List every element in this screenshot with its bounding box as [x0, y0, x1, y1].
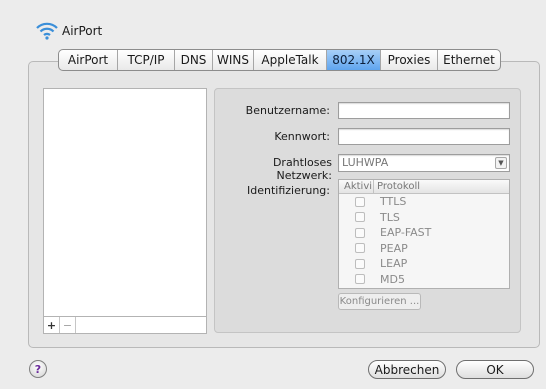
protocol-checkbox[interactable]: [355, 258, 365, 269]
tab-appletalk[interactable]: AppleTalk: [254, 50, 327, 70]
ok-button[interactable]: OK: [456, 360, 534, 379]
auth-table-header: Aktivi Protokoll: [339, 180, 509, 194]
wireless-network-label: Drahtloses Netzwerk:: [272, 156, 332, 182]
tab-wins[interactable]: WINS: [213, 50, 254, 70]
tab-8021x[interactable]: 802.1X: [327, 50, 381, 70]
tab-tcpip[interactable]: TCP/IP: [118, 50, 175, 70]
protocol-name: LEAP: [380, 257, 408, 271]
wireless-network-value: LUHWPA: [342, 156, 389, 169]
protocol-checkbox[interactable]: [355, 227, 365, 238]
tab-proxies[interactable]: Proxies: [381, 50, 438, 70]
tab-airport[interactable]: AirPort: [59, 50, 118, 70]
protocol-row: LEAP: [339, 256, 509, 272]
column-active[interactable]: Aktivi: [339, 180, 374, 193]
protocol-checkbox[interactable]: [355, 212, 365, 223]
header-title: AirPort: [62, 24, 103, 38]
configure-button[interactable]: Konfigurieren ...: [338, 293, 421, 310]
chevron-down-icon[interactable]: ▼: [495, 157, 507, 169]
cancel-button[interactable]: Abbrechen: [368, 360, 446, 379]
protocol-name: EAP-FAST: [380, 226, 432, 240]
password-label: Kennwort:: [274, 130, 330, 143]
authentication-label: Identifizierung:: [246, 184, 330, 197]
protocol-row: PEAP: [339, 241, 509, 257]
protocol-name: TLS: [380, 210, 400, 224]
help-button[interactable]: ?: [29, 360, 47, 378]
username-label: Benutzername:: [245, 104, 330, 117]
wireless-network-combo[interactable]: LUHWPA ▼: [338, 154, 510, 172]
protocol-row: TLS: [339, 210, 509, 226]
protocol-row: MD5: [339, 272, 509, 288]
tab-bar: AirPort TCP/IP DNS WINS AppleTalk 802.1X…: [58, 49, 501, 71]
protocol-row: TTLS: [339, 194, 509, 210]
column-protocol[interactable]: Protokoll: [374, 180, 420, 193]
remove-button[interactable]: −: [60, 317, 76, 333]
profile-list[interactable]: [43, 88, 207, 317]
protocol-checkbox[interactable]: [355, 274, 365, 285]
username-input[interactable]: [338, 102, 510, 119]
protocol-name: PEAP: [380, 241, 408, 255]
protocol-checkbox[interactable]: [355, 196, 365, 207]
protocol-name: MD5: [380, 272, 405, 286]
password-input[interactable]: [338, 128, 510, 145]
list-controls: + −: [43, 316, 207, 334]
protocol-checkbox[interactable]: [355, 243, 365, 254]
add-button[interactable]: +: [44, 317, 60, 333]
authentication-table: Aktivi Protokoll TTLS TLS EAP-FAST PEAP …: [338, 179, 510, 289]
tab-ethernet[interactable]: Ethernet: [438, 50, 500, 70]
wifi-icon: [36, 22, 58, 40]
protocol-row: EAP-FAST: [339, 225, 509, 241]
protocol-name: TTLS: [380, 195, 407, 209]
tab-dns[interactable]: DNS: [175, 50, 213, 70]
